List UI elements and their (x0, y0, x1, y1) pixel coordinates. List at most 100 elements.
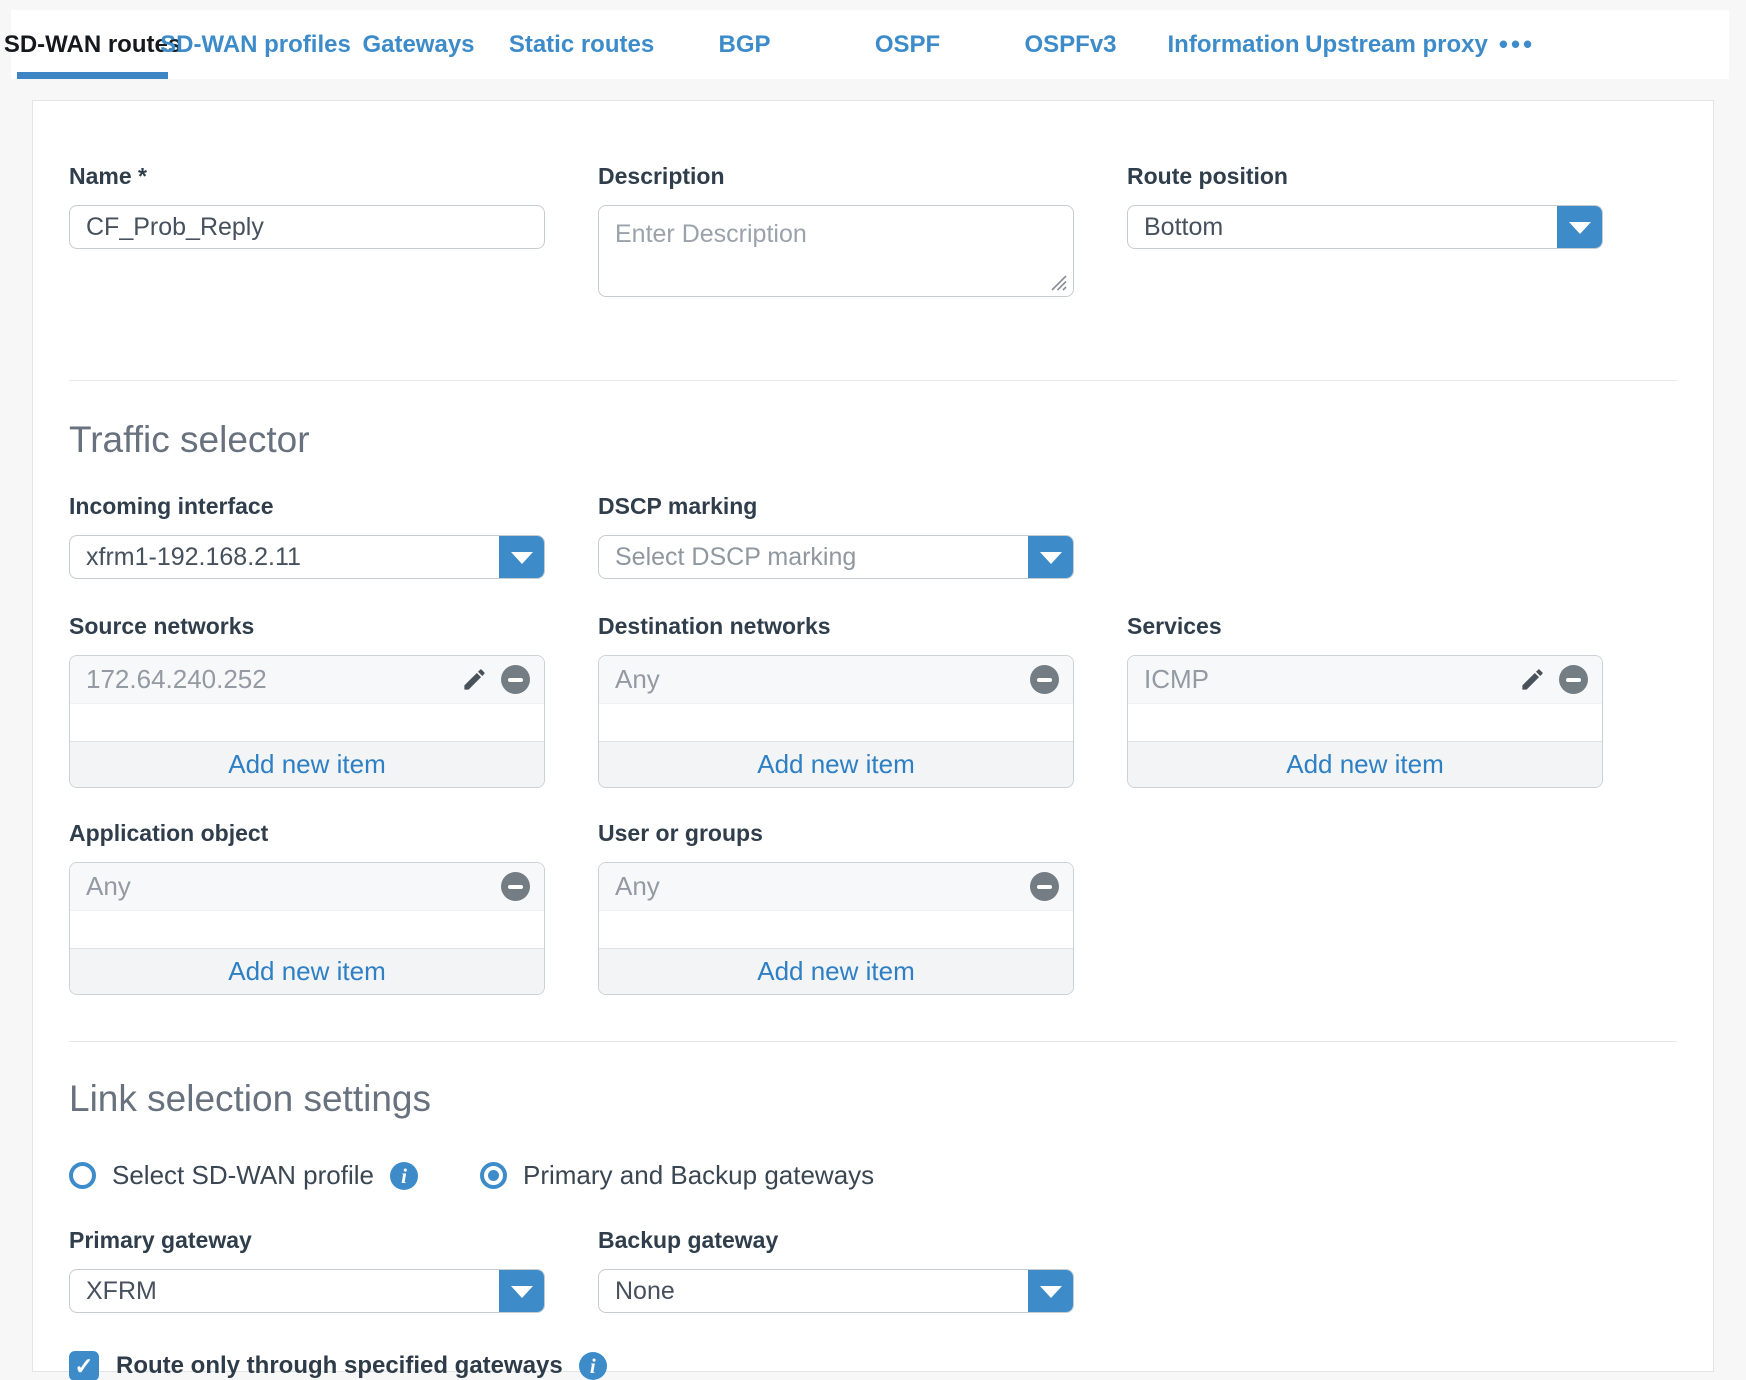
chevron-down-icon[interactable] (499, 1269, 545, 1313)
route-position-label: Route position (1127, 163, 1603, 190)
incoming-interface-label: Incoming interface (69, 493, 545, 520)
backup-gateway-label: Backup gateway (598, 1227, 1074, 1254)
description-textarea[interactable] (598, 205, 1074, 297)
edit-pencil-icon[interactable] (1519, 666, 1546, 693)
traffic-selector-heading: Traffic selector (69, 419, 1677, 461)
add-new-item-button[interactable]: Add new item (599, 948, 1073, 994)
user-or-groups-label: User or groups (598, 820, 1074, 847)
tab-bgp[interactable]: BGP (663, 10, 826, 79)
primary-gateway-value: XFRM (70, 1270, 499, 1312)
tab-gateways[interactable]: Gateways (337, 10, 500, 79)
backup-gateway-select[interactable]: None (598, 1269, 1074, 1313)
route-position-value: Bottom (1128, 206, 1557, 248)
services-label: Services (1127, 613, 1603, 640)
tab-ospfv3[interactable]: OSPFv3 (989, 10, 1152, 79)
chevron-down-icon[interactable] (1028, 535, 1074, 579)
remove-minus-icon[interactable] (501, 872, 530, 901)
add-new-item-button[interactable]: Add new item (599, 741, 1073, 787)
radio-icon[interactable] (480, 1162, 507, 1189)
section-divider (69, 380, 1677, 381)
description-label: Description (598, 163, 1074, 190)
chevron-down-icon[interactable] (1028, 1269, 1074, 1313)
list-item-text: Any (86, 871, 501, 902)
list-item-text: 172.64.240.252 (86, 664, 461, 695)
incoming-interface-select[interactable]: xfrm1-192.168.2.11 (69, 535, 545, 579)
name-label: Name * (69, 163, 545, 190)
source-networks-list: 172.64.240.252 Add new item (69, 655, 545, 788)
section-divider (69, 1041, 1677, 1042)
tab-sd-wan-routes[interactable]: SD-WAN routes (11, 10, 174, 79)
info-icon[interactable]: i (579, 1352, 607, 1380)
application-object-list: Any Add new item (69, 862, 545, 995)
remove-minus-icon[interactable] (501, 665, 530, 694)
application-object-field-group: Application object Any Add new item (69, 820, 545, 995)
dscp-marking-select[interactable]: Select DSCP marking (598, 535, 1074, 579)
source-networks-label: Source networks (69, 613, 545, 640)
services-list: ICMP Add new item (1127, 655, 1603, 788)
radio-select-sd-wan-profile[interactable]: Select SD-WAN profile i (69, 1160, 418, 1191)
tab-more-ellipsis-icon[interactable]: ••• (1478, 10, 1556, 79)
tab-ospf[interactable]: OSPF (826, 10, 989, 79)
list-item-text: Any (615, 664, 1030, 695)
list-item-text: ICMP (1144, 664, 1519, 695)
dscp-marking-label: DSCP marking (598, 493, 1074, 520)
route-position-select[interactable]: Bottom (1127, 205, 1603, 249)
destination-networks-label: Destination networks (598, 613, 1074, 640)
edit-pencil-icon[interactable] (461, 666, 488, 693)
primary-gateway-select[interactable]: XFRM (69, 1269, 545, 1313)
dscp-marking-value: Select DSCP marking (599, 536, 1028, 578)
backup-gateway-field-group: Backup gateway None (598, 1227, 1074, 1313)
remove-minus-icon[interactable] (1030, 872, 1059, 901)
list-empty-area (70, 704, 544, 741)
list-empty-area (599, 704, 1073, 741)
description-field-group: Description (598, 163, 1074, 302)
list-empty-area (1128, 704, 1602, 741)
primary-gateway-label: Primary gateway (69, 1227, 545, 1254)
destination-networks-field-group: Destination networks Any Add new item (598, 613, 1074, 788)
radio-label: Primary and Backup gateways (523, 1160, 874, 1191)
source-networks-field-group: Source networks 172.64.240.252 Add new i… (69, 613, 545, 788)
list-item: Any (70, 863, 544, 911)
tab-information[interactable]: Information (1152, 10, 1315, 79)
resize-handle-icon[interactable] (1051, 275, 1067, 291)
remove-minus-icon[interactable] (1559, 665, 1588, 694)
chevron-down-icon[interactable] (499, 535, 545, 579)
list-item: ICMP (1128, 656, 1602, 704)
incoming-interface-field-group: Incoming interface xfrm1-192.168.2.11 (69, 493, 545, 579)
application-object-label: Application object (69, 820, 545, 847)
user-or-groups-field-group: User or groups Any Add new item (598, 820, 1074, 995)
services-field-group: Services ICMP Add new item (1127, 613, 1603, 788)
route-only-label: Route only through specified gateways (116, 1352, 563, 1380)
tab-sd-wan-profiles[interactable]: SD-WAN profiles (174, 10, 337, 79)
incoming-interface-value: xfrm1-192.168.2.11 (70, 536, 499, 578)
name-input[interactable] (69, 205, 545, 249)
tab-static-routes[interactable]: Static routes (500, 10, 663, 79)
name-field-group: Name * (69, 163, 545, 302)
route-only-checkbox[interactable]: ✓ (69, 1351, 99, 1380)
list-item: 172.64.240.252 (70, 656, 544, 704)
list-empty-area (599, 911, 1073, 948)
info-icon[interactable]: i (390, 1162, 418, 1190)
list-item: Any (599, 863, 1073, 911)
list-item-text: Any (615, 871, 1030, 902)
add-new-item-button[interactable]: Add new item (70, 741, 544, 787)
list-empty-area (70, 911, 544, 948)
route-position-field-group: Route position Bottom (1127, 163, 1603, 302)
dscp-marking-field-group: DSCP marking Select DSCP marking (598, 493, 1074, 579)
add-new-item-button[interactable]: Add new item (1128, 741, 1602, 787)
radio-primary-and-backup-gateways[interactable]: Primary and Backup gateways (480, 1160, 874, 1191)
link-selection-settings-heading: Link selection settings (69, 1078, 1677, 1120)
sd-wan-route-form: Name * Description Route position Bottom… (32, 100, 1714, 1372)
chevron-down-icon[interactable] (1557, 205, 1603, 249)
destination-networks-list: Any Add new item (598, 655, 1074, 788)
primary-gateway-field-group: Primary gateway XFRM (69, 1227, 545, 1313)
backup-gateway-value: None (599, 1270, 1028, 1312)
user-or-groups-list: Any Add new item (598, 862, 1074, 995)
radio-icon[interactable] (69, 1162, 96, 1189)
radio-label: Select SD-WAN profile (112, 1160, 374, 1191)
add-new-item-button[interactable]: Add new item (70, 948, 544, 994)
remove-minus-icon[interactable] (1030, 665, 1059, 694)
tab-bar: SD-WAN routes SD-WAN profiles Gateways S… (11, 10, 1729, 79)
tab-upstream-proxy[interactable]: Upstream proxy (1315, 10, 1478, 79)
list-item: Any (599, 656, 1073, 704)
